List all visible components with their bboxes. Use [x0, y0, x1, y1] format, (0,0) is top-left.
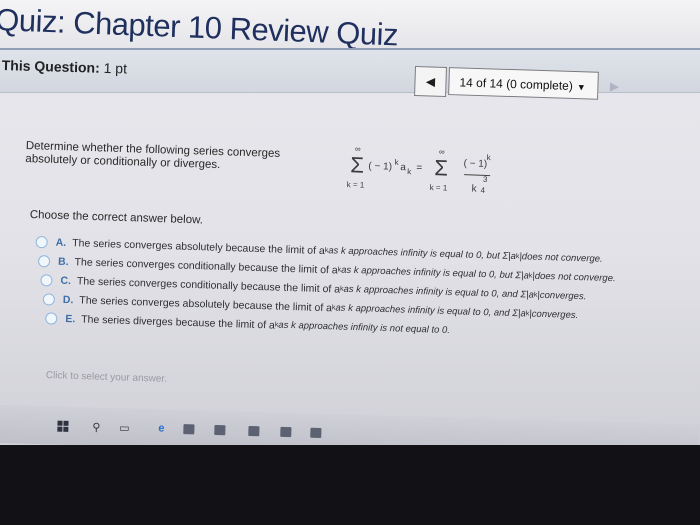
formula-denom-exp-den: 4	[480, 185, 486, 195]
question-status-text: 14 of 14 (0 complete)	[459, 75, 574, 93]
formula-denom-exp-num: 3	[482, 174, 488, 184]
chevron-down-icon: ▼	[576, 82, 586, 93]
formula-sub-k: k	[407, 167, 412, 177]
formula-sigma-2: Σ	[433, 155, 449, 181]
option-mid: as k approaches infinity is equal to 0, …	[343, 283, 527, 301]
radio-button-e[interactable]	[45, 311, 58, 325]
option-abs: |a	[517, 308, 526, 320]
app-icon[interactable]	[308, 426, 322, 440]
app-icon[interactable]	[181, 422, 195, 436]
app-icon[interactable]	[278, 425, 292, 439]
this-question-label: This Question:	[1, 57, 100, 76]
formula-lower-1: k = 1	[346, 180, 365, 190]
formula-a: a	[400, 161, 407, 174]
option-mid: as k approaches infinity is equal to 0, …	[341, 264, 522, 282]
radio-button-a[interactable]	[35, 235, 48, 248]
option-letter: D.	[62, 293, 74, 306]
series-formula: ∞ Σ k = 1 ( − 1) k a k = ∞ Σ k = 1 ( − 1…	[343, 144, 505, 214]
arrow-right-icon: ▶	[609, 79, 620, 94]
option-mid: as k approaches infinity is equal to 0, …	[335, 302, 519, 320]
option-letter: A.	[55, 236, 67, 249]
option-text: The series diverges because the limit of…	[81, 312, 276, 332]
formula-denom: k	[471, 183, 477, 195]
radio-button-d[interactable]	[42, 292, 56, 306]
option-mid: as k approaches infinity is equal to 0, …	[328, 245, 509, 262]
points-value: 1 pt	[103, 59, 128, 77]
question-text: Determine whether the following series c…	[25, 140, 281, 172]
previous-question-button[interactable]: ◀	[414, 66, 447, 97]
radio-button-b[interactable]	[37, 254, 51, 267]
question-status-dropdown[interactable]: 14 of 14 (0 complete) ▼	[448, 67, 599, 100]
option-tail: converges.	[531, 308, 579, 322]
formula-exp-k: k	[394, 157, 399, 167]
option-tail: does not converge.	[521, 251, 603, 265]
click-to-select-hint: Click to select your answer.	[45, 370, 168, 385]
monitor-bezel	[0, 445, 700, 525]
formula-term: ( − 1)	[368, 160, 393, 173]
answer-prompt: Choose the correct answer below.	[29, 209, 204, 227]
formula-lower-2: k = 1	[429, 182, 448, 193]
search-icon[interactable]: ⚲	[89, 420, 103, 434]
question-navigator: ◀ 14 of 14 (0 complete) ▼ ▶	[414, 66, 633, 103]
radio-button-c[interactable]	[40, 273, 53, 287]
formula-equals: =	[416, 162, 423, 174]
option-abs: |a	[525, 289, 535, 301]
option-letter: C.	[60, 274, 72, 287]
formula-sigma-1: Σ	[349, 152, 365, 178]
option-letter: E.	[65, 312, 76, 325]
answer-options: A. The series converges absolutely becau…	[33, 232, 686, 347]
screen: Quiz: Chapter 10 Review Quiz This Questi…	[0, 0, 700, 455]
next-question-button[interactable]: ▶	[600, 72, 629, 101]
windows-icon[interactable]	[55, 419, 69, 433]
option-abs: |a	[520, 270, 530, 282]
edge-icon[interactable]: e	[154, 421, 168, 435]
arrow-left-icon: ◀	[425, 74, 436, 89]
option-mid: as k approaches infinity is not equal to…	[278, 319, 451, 337]
option-letter: B.	[57, 255, 69, 268]
option-tail: does not converge.	[534, 270, 616, 285]
app-icon[interactable]	[246, 424, 260, 438]
task-view-icon[interactable]: ▭	[117, 420, 131, 434]
store-icon[interactable]	[212, 423, 226, 437]
formula-numerator: ( − 1)	[463, 158, 488, 170]
option-abs: |a	[507, 250, 517, 263]
formula-numerator-exp: k	[486, 152, 491, 163]
option-tail: converges.	[539, 289, 587, 303]
